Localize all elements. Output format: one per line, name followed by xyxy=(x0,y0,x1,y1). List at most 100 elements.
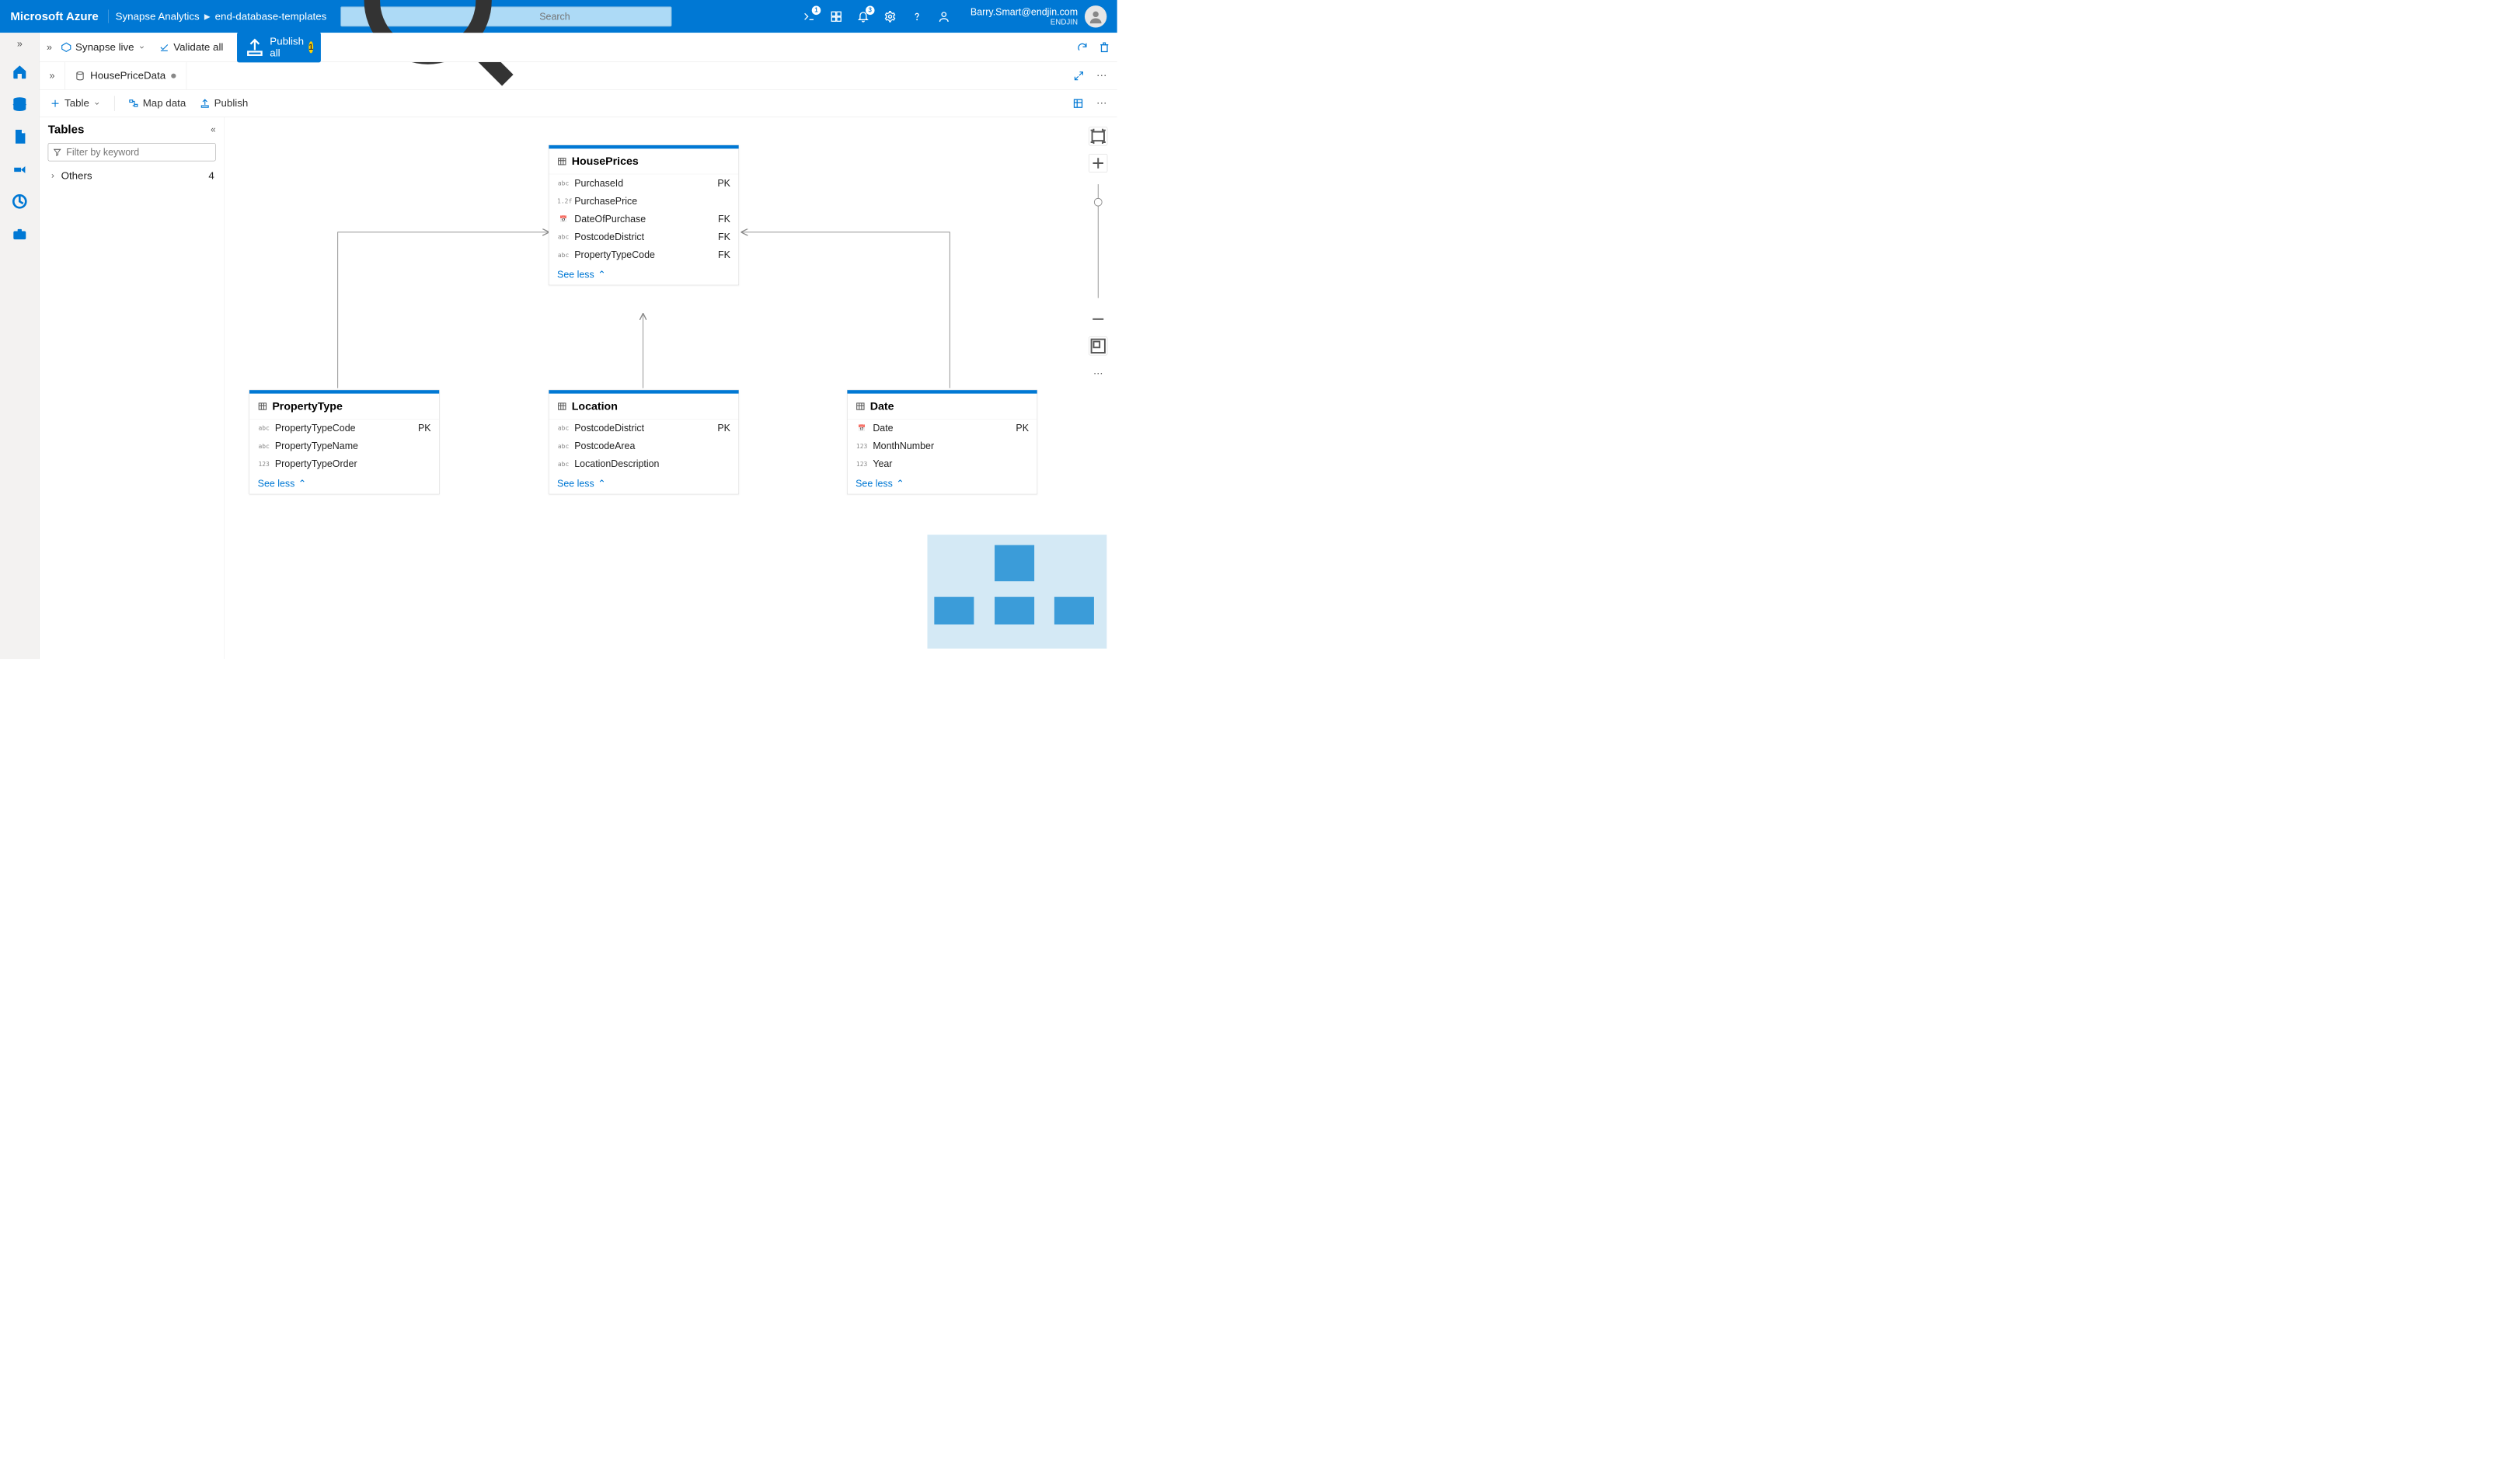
tables-panel-collapse-icon[interactable]: « xyxy=(211,124,215,135)
nav-monitor-icon[interactable] xyxy=(9,191,30,211)
entity-date[interactable]: Date 📅DatePK 123MonthNumber 123Year See … xyxy=(847,390,1037,495)
column-row[interactable]: 1.2fPurchasePrice xyxy=(549,192,738,210)
minimap[interactable] xyxy=(927,535,1106,649)
toolbar-collapse-icon[interactable]: » xyxy=(47,42,52,53)
tab-more-icon[interactable]: ⋯ xyxy=(1096,70,1106,82)
column-row[interactable]: abcPropertyTypeCodeFK xyxy=(549,246,738,264)
nav-develop-icon[interactable] xyxy=(9,127,30,147)
see-less-link[interactable]: See less⌃ xyxy=(549,473,738,494)
entity-property-type[interactable]: PropertyType abcPropertyTypeCodePK abcPr… xyxy=(249,390,440,495)
zoom-slider[interactable] xyxy=(1098,184,1099,298)
column-row[interactable]: abcPropertyTypeCodePK xyxy=(249,419,439,437)
chevron-up-icon: ⌃ xyxy=(896,478,904,489)
zoom-slider-handle[interactable] xyxy=(1094,198,1103,207)
minimap-entity xyxy=(995,597,1034,625)
canvas-more-button[interactable]: ⋯ xyxy=(1089,364,1107,382)
tabbar-collapse-icon[interactable]: » xyxy=(40,62,64,89)
zoom-out-button[interactable] xyxy=(1089,310,1107,329)
synapse-live-label: Synapse live xyxy=(75,41,134,53)
column-key: PK xyxy=(418,423,431,434)
entity-columns: abcPostcodeDistrictPK abc PostcodeArea ab… xyxy=(549,419,738,472)
table-icon xyxy=(557,156,566,165)
column-name: PurchasePrice xyxy=(574,196,637,207)
cloud-shell-icon[interactable]: 1 xyxy=(802,9,817,24)
map-data-button[interactable]: Map data xyxy=(128,97,186,109)
refresh-icon[interactable] xyxy=(1076,41,1088,53)
properties-icon[interactable] xyxy=(1072,97,1084,109)
header: Microsoft Azure Synapse Analytics ▶ end-… xyxy=(0,0,1117,33)
publish-button[interactable]: Publish xyxy=(200,97,248,109)
feedback-icon[interactable] xyxy=(936,9,951,24)
tab-dirty-indicator xyxy=(171,73,176,78)
synapse-live-dropdown[interactable]: Synapse live xyxy=(61,41,145,53)
editor-more-icon[interactable]: ⋯ xyxy=(1096,97,1106,110)
tree-group-others[interactable]: Others 4 xyxy=(48,166,216,185)
type-icon: abc xyxy=(557,442,570,449)
column-row[interactable]: abc PostcodeArea xyxy=(549,437,738,455)
nav-manage-icon[interactable] xyxy=(9,224,30,244)
column-name: Date xyxy=(873,423,893,434)
breadcrumb-synapse[interactable]: Synapse Analytics xyxy=(116,11,200,23)
column-row[interactable]: 📅DateOfPurchaseFK xyxy=(549,210,738,228)
see-less-link[interactable]: See less⌃ xyxy=(249,473,439,494)
column-row[interactable]: abcPurchaseIdPK xyxy=(549,174,738,192)
column-row[interactable]: abcPropertyTypeName xyxy=(249,437,439,455)
column-row[interactable]: abcPostcodeDistrictFK xyxy=(549,228,738,246)
directory-switcher-icon[interactable] xyxy=(829,9,844,24)
column-name: PurchaseId xyxy=(574,178,623,189)
help-icon[interactable] xyxy=(910,9,925,24)
entity-house-prices[interactable]: HousePrices abcPurchaseIdPK 1.2fPurchase… xyxy=(549,145,739,285)
validate-all-label: Validate all xyxy=(173,41,223,53)
column-row[interactable]: 123PropertyTypeOrder xyxy=(249,455,439,473)
entity-location[interactable]: Location abcPostcodeDistrictPK abcPostco… xyxy=(549,390,739,495)
breadcrumb-workspace[interactable]: end-database-templates xyxy=(215,11,327,23)
zoom-in-button[interactable] xyxy=(1089,154,1107,172)
tab-house-price-data[interactable]: HousePriceData xyxy=(64,62,186,89)
rail-collapse-icon[interactable]: » xyxy=(17,38,23,49)
settings-icon[interactable] xyxy=(883,9,897,24)
column-name: PostcodeArea xyxy=(574,441,635,451)
filter-box[interactable] xyxy=(48,143,216,161)
column-name: PropertyTypeCode xyxy=(574,249,655,260)
see-less-link[interactable]: See less⌃ xyxy=(549,264,738,285)
publish-count-badge: 1 xyxy=(308,41,313,53)
column-row[interactable]: 123Year xyxy=(847,455,1037,473)
add-table-button[interactable]: Table xyxy=(50,97,100,109)
database-icon xyxy=(75,71,85,80)
minimap-toggle-button[interactable] xyxy=(1089,336,1107,355)
publish-all-button[interactable]: Publish all 1 xyxy=(237,32,321,62)
synapse-live-icon xyxy=(61,42,71,52)
fit-to-screen-button[interactable] xyxy=(1089,127,1107,145)
er-canvas[interactable]: HousePrices abcPurchaseIdPK 1.2fPurchase… xyxy=(225,117,1117,659)
chevron-up-icon: ⌃ xyxy=(298,478,306,489)
search-box[interactable] xyxy=(340,6,671,26)
column-row[interactable]: abcPostcodeDistrictPK xyxy=(549,419,738,437)
tab-label: HousePriceData xyxy=(90,70,166,82)
validate-all-button[interactable]: Validate all xyxy=(159,41,224,53)
search-input[interactable] xyxy=(539,11,664,22)
see-less-link[interactable]: See less⌃ xyxy=(847,473,1037,494)
nav-integrate-icon[interactable] xyxy=(9,159,30,179)
type-icon: abc xyxy=(557,461,570,468)
column-name: PostcodeDistrict xyxy=(574,232,644,242)
table-icon xyxy=(258,402,267,411)
azure-brand[interactable]: Microsoft Azure xyxy=(10,9,108,23)
column-name: DateOfPurchase xyxy=(574,214,646,225)
nav-data-icon[interactable] xyxy=(9,94,30,114)
column-key: FK xyxy=(718,249,730,260)
column-row[interactable]: 📅DatePK xyxy=(847,419,1037,437)
expand-icon[interactable] xyxy=(1074,71,1084,81)
type-icon: 📅 xyxy=(856,424,868,431)
filter-input[interactable] xyxy=(66,147,211,158)
user-email: Barry.Smart@endjin.com xyxy=(971,6,1078,17)
filter-icon xyxy=(53,148,61,156)
canvas-controls: ⋯ xyxy=(1089,127,1107,382)
column-name: Year xyxy=(873,458,892,469)
delete-icon[interactable] xyxy=(1099,41,1110,53)
column-row[interactable]: abcLocationDescription xyxy=(549,455,738,473)
notifications-icon[interactable]: 3 xyxy=(856,9,871,24)
nav-home-icon[interactable] xyxy=(9,61,30,82)
user-account[interactable]: Barry.Smart@endjin.com ENDJIN xyxy=(971,5,1106,27)
column-row[interactable]: 123MonthNumber xyxy=(847,437,1037,455)
avatar[interactable] xyxy=(1085,5,1106,27)
